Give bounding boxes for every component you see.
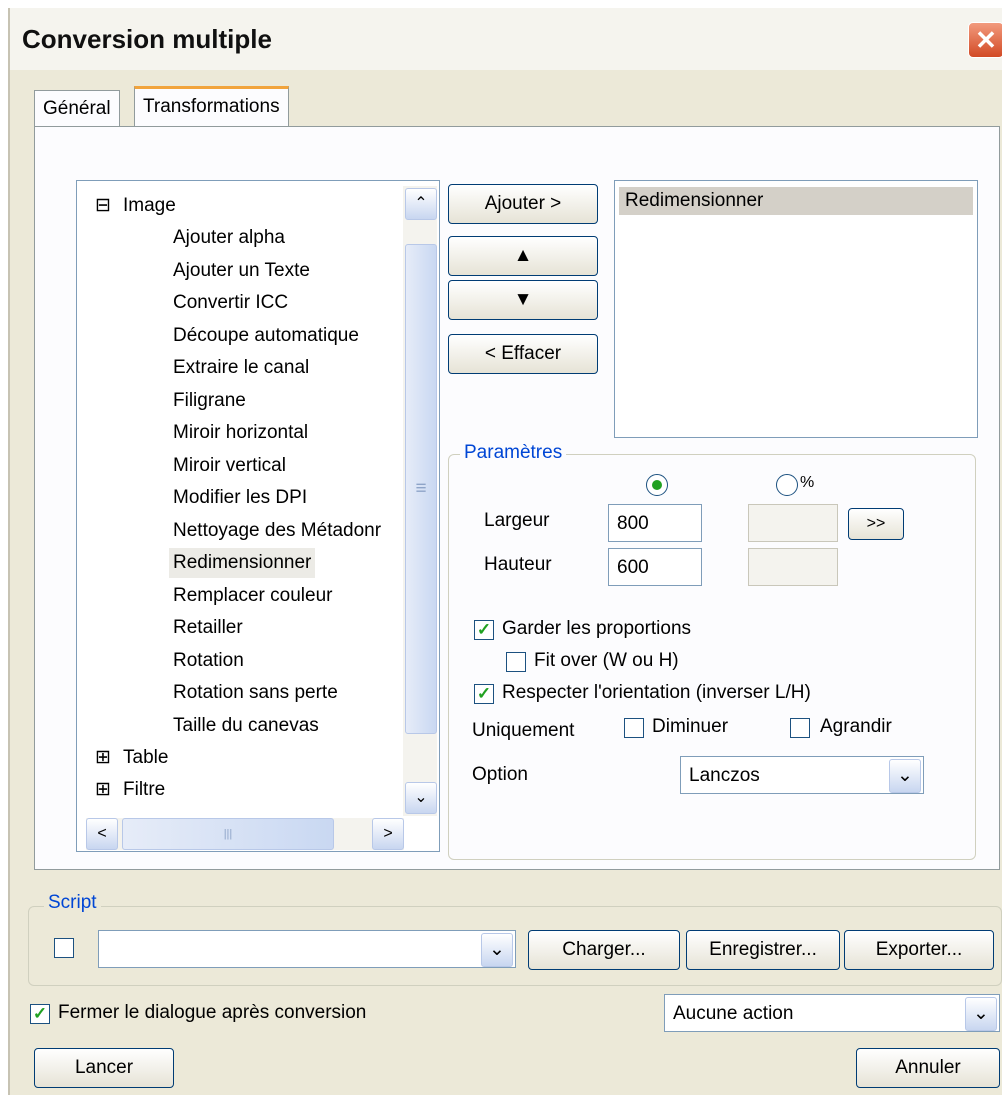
chevron-down-icon[interactable]: ⌄: [965, 997, 997, 1031]
scroll-thumb[interactable]: ≡: [405, 244, 437, 734]
tree-item[interactable]: Modifier les DPI: [173, 483, 307, 513]
tab-transformations[interactable]: Transformations: [134, 86, 289, 129]
height-percent-input[interactable]: [748, 548, 838, 586]
option-label: Option: [472, 764, 528, 785]
transform-tree: ⊟ Image ⊞ Table ⊞ Filtre Ajouter alpha Aj…: [76, 180, 440, 852]
fit-over-label: Fit over (W ou H): [534, 650, 679, 671]
keep-proportions-label: Garder les proportions: [502, 618, 692, 639]
close-after-checkbox[interactable]: ✓: [30, 1004, 50, 1024]
run-button[interactable]: Lancer: [34, 1048, 174, 1088]
tree-root-image[interactable]: Image: [123, 191, 176, 221]
tree-item[interactable]: Remplacer couleur: [173, 581, 332, 611]
percent-label: %: [800, 474, 815, 491]
respect-orientation-label: Respecter l'orientation (inverser L/H): [502, 682, 811, 703]
tree-item[interactable]: Convertir ICC: [173, 288, 288, 318]
parameters-group-label: Paramètres: [460, 442, 567, 464]
tab-general[interactable]: Général: [34, 90, 120, 127]
tree-horizontal-scrollbar[interactable]: < ||| >: [86, 818, 404, 850]
script-group-label: Script: [44, 892, 101, 914]
hscroll-thumb[interactable]: |||: [122, 818, 334, 850]
decrease-checkbox[interactable]: [624, 718, 644, 738]
tree-expander-image[interactable]: ⊟: [95, 191, 111, 221]
tree-item[interactable]: Découpe automatique: [173, 321, 359, 351]
respect-orientation-checkbox[interactable]: ✓: [474, 684, 494, 704]
tree-expander-table[interactable]: ⊞: [95, 743, 111, 773]
script-select[interactable]: ⌄: [98, 930, 516, 968]
list-item[interactable]: Redimensionner: [619, 187, 973, 215]
close-icon[interactable]: ✕: [968, 22, 1002, 58]
tree-root-filtre[interactable]: Filtre: [123, 775, 165, 805]
add-button[interactable]: Ajouter >: [448, 184, 598, 224]
tree-item[interactable]: Rotation: [173, 646, 244, 676]
pixel-radio[interactable]: [646, 474, 668, 496]
close-after-label: Fermer le dialogue après conversion: [58, 1002, 367, 1023]
radio-dot-icon: [652, 480, 662, 490]
chevron-down-icon[interactable]: ⌄: [889, 759, 921, 793]
scroll-right-icon[interactable]: >: [372, 818, 404, 850]
window-title: Conversion multiple: [22, 24, 272, 54]
tree-item[interactable]: Ajouter un Texte: [173, 256, 310, 286]
scroll-left-icon[interactable]: <: [86, 818, 118, 850]
width-label: Largeur: [484, 510, 550, 531]
tree-item[interactable]: Rotation sans perte: [173, 678, 338, 708]
tree-item[interactable]: Extraire le canal: [173, 353, 309, 383]
percent-radio[interactable]: [776, 474, 798, 496]
keep-proportions-checkbox[interactable]: ✓: [474, 620, 494, 640]
copy-size-button[interactable]: >>: [848, 508, 904, 540]
tree-expander-filtre[interactable]: ⊞: [95, 775, 111, 805]
width-input[interactable]: 800: [608, 504, 702, 542]
move-down-button[interactable]: ▼: [448, 280, 598, 320]
height-input[interactable]: 600: [608, 548, 702, 586]
save-script-button[interactable]: Enregistrer...: [686, 930, 840, 970]
fit-over-checkbox[interactable]: [506, 652, 526, 672]
post-action-select[interactable]: Aucune action ⌄: [664, 994, 1000, 1032]
dialog-window: Conversion multiple ✕ Général Transforma…: [8, 8, 1002, 1095]
selected-transforms-list[interactable]: Redimensionner: [614, 180, 978, 438]
enlarge-checkbox[interactable]: [790, 718, 810, 738]
export-script-button[interactable]: Exporter...: [844, 930, 994, 970]
scroll-up-icon[interactable]: ⌃: [405, 188, 437, 220]
script-enable-checkbox[interactable]: [54, 938, 74, 958]
chevron-down-icon[interactable]: ⌄: [481, 933, 513, 967]
load-script-button[interactable]: Charger...: [528, 930, 680, 970]
tree-vertical-scrollbar[interactable]: ⌃ ≡ ⌄: [403, 186, 437, 816]
tree-item[interactable]: Miroir vertical: [173, 451, 286, 481]
enlarge-label: Agrandir: [820, 716, 892, 737]
scroll-down-icon[interactable]: ⌄: [405, 782, 437, 814]
cancel-button[interactable]: Annuler: [856, 1048, 1000, 1088]
tree-item[interactable]: Ajouter alpha: [173, 223, 285, 253]
height-label: Hauteur: [484, 554, 552, 575]
decrease-label: Diminuer: [652, 716, 729, 737]
title-bar: Conversion multiple ✕: [10, 8, 1002, 70]
only-label: Uniquement: [472, 720, 575, 741]
tree-item[interactable]: Retailler: [173, 613, 243, 643]
post-action-value: Aucune action: [673, 1003, 794, 1024]
option-value: Lanczos: [689, 765, 760, 786]
remove-button[interactable]: < Effacer: [448, 334, 598, 374]
move-up-button[interactable]: ▲: [448, 236, 598, 276]
option-select[interactable]: Lanczos ⌄: [680, 756, 924, 794]
tree-item[interactable]: Redimensionner: [169, 548, 316, 578]
width-percent-input[interactable]: [748, 504, 838, 542]
tree-item[interactable]: Miroir horizontal: [173, 418, 308, 448]
tree-item[interactable]: Filigrane: [173, 386, 246, 416]
tree-root-table[interactable]: Table: [123, 743, 168, 773]
tree-item[interactable]: Taille du canevas: [173, 711, 319, 741]
tree-item[interactable]: Nettoyage des Métadonr: [173, 516, 381, 546]
